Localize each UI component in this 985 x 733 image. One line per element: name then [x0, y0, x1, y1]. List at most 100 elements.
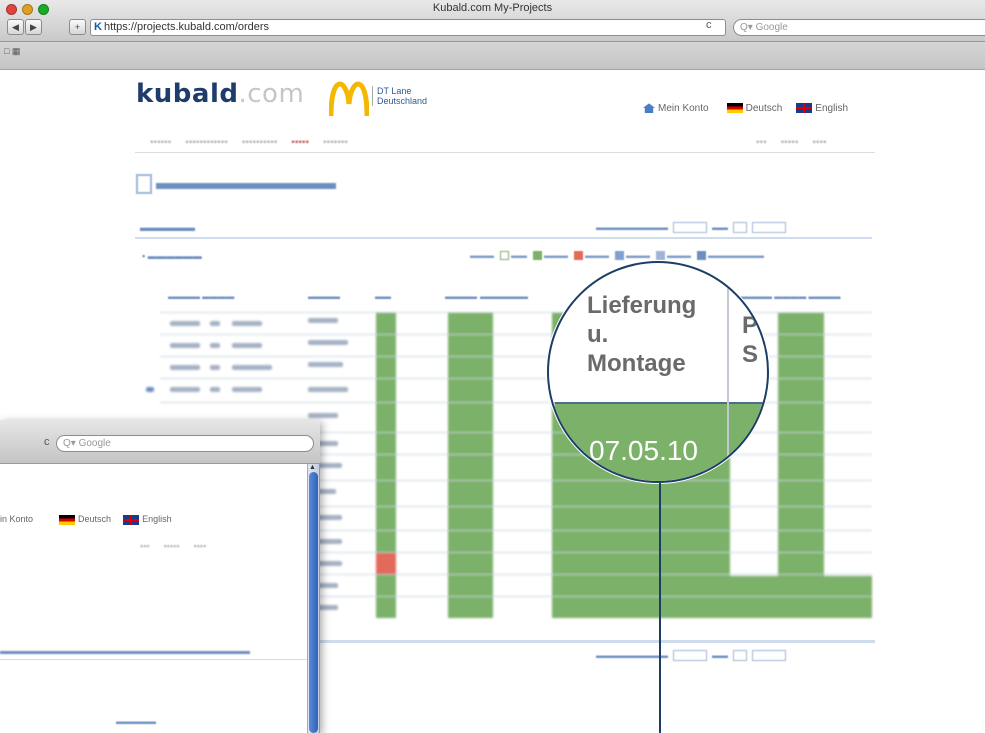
header-line-2: u.	[587, 321, 609, 348]
german-flag-icon	[59, 514, 76, 525]
second-search-field[interactable]: Q▾ Google	[56, 435, 314, 452]
secondary-navigation: ▪▪▪ ▪▪▪▪▪ ▪▪▪▪	[756, 137, 827, 148]
header-line-3: Montage	[587, 350, 686, 377]
legend-item: ▬▬▬	[656, 251, 691, 261]
logo-suffix-text: .com	[238, 79, 305, 109]
magnified-column-line	[553, 402, 555, 481]
blurred-label: ▬▬▬▬▬	[116, 717, 156, 726]
nav-item[interactable]: ▪▪▪	[140, 541, 150, 551]
my-account-link[interactable]: in Konto	[0, 514, 33, 524]
language-en-link[interactable]: English	[123, 514, 172, 525]
address-bar[interactable]: Khttps://projects.kubald.com/orders	[90, 19, 726, 36]
my-account-link[interactable]: Mein Konto	[643, 103, 709, 114]
pagination-bottom: ▬▬▬▬▬▬▬▬▬ ▬▬	[596, 650, 786, 661]
site-logo[interactable]: kubald.com	[136, 79, 304, 109]
callout-pointer-line	[659, 483, 661, 733]
nav-item[interactable]: ▪▪▪▪▪	[781, 137, 799, 148]
uk-flag-icon	[123, 514, 140, 525]
second-reload-button[interactable]: c	[44, 436, 50, 448]
language-de-link[interactable]: Deutsch	[726, 103, 783, 114]
prev-page-button[interactable]	[673, 650, 707, 661]
magnified-column-header: Lieferung u. Montage	[587, 291, 696, 378]
legend-item: ▬▬▬	[574, 251, 609, 261]
magnified-green-cell	[729, 402, 767, 481]
logo-main-text: kubald	[136, 79, 239, 109]
second-header-links: in Konto Deutsch English	[0, 514, 172, 525]
nav-item-active[interactable]: ▪▪▪▪▪	[291, 137, 309, 148]
language-en-label: English	[815, 103, 849, 114]
page-title-blurred: ▬▬▬▬▬▬▬▬▬	[156, 172, 336, 194]
bookmarks-icon[interactable]: □ ▦	[4, 46, 20, 57]
url-text: https://projects.kubald.com/orders	[103, 21, 270, 33]
main-navigation: ▪▪▪▪▪▪ ▪▪▪▪▪▪▪▪▪▪▪▪ ▪▪▪▪▪▪▪▪▪▪ ▪▪▪▪▪ ▪▪▪…	[150, 137, 348, 148]
scroll-up-arrow-icon[interactable]: ▲	[309, 464, 316, 471]
language-en-label: English	[142, 514, 172, 524]
back-button[interactable]: ◀	[7, 19, 24, 35]
uk-flag-icon	[796, 103, 813, 114]
search-placeholder: Google	[755, 22, 788, 33]
status-legend: ▬▬▬ ▬▬ ▬▬▬ ▬▬▬ ▬▬▬ ▬▬▬ ▬▬▬▬▬▬▬	[470, 251, 764, 261]
nav-item[interactable]: ▪▪▪▪▪▪▪	[323, 137, 348, 148]
second-browser-window: c Q▾ Google in Konto Deutsch English ▪▪▪…	[0, 420, 320, 733]
nav-divider	[135, 152, 875, 153]
scrollbar-thumb[interactable]	[309, 472, 318, 733]
mcdonalds-arches-logo	[329, 81, 369, 116]
header-links: Mein Konto Deutsch English	[643, 103, 848, 114]
page-number-input[interactable]	[733, 222, 747, 233]
title-bar: Kubald.com My-Projects ◀ ▶ + Khttps://pr…	[0, 0, 985, 42]
table-row[interactable]	[160, 312, 872, 334]
nav-item[interactable]: ▪▪▪▪▪	[164, 541, 180, 551]
nav-item[interactable]: ▪▪▪▪▪▪▪▪▪▪▪▪	[185, 137, 228, 148]
nav-item[interactable]: ▪▪▪	[756, 137, 767, 148]
nav-item[interactable]: ▪▪▪▪▪▪▪▪▪▪	[242, 137, 277, 148]
bookmarks-bar: □ ▦	[0, 42, 985, 70]
language-de-label: Deutsch	[745, 103, 783, 114]
legend-item: ▬▬▬	[533, 251, 568, 261]
reload-button[interactable]: c	[706, 19, 712, 31]
search-placeholder: Google	[78, 438, 111, 449]
blurred-heading: ▬▬▬▬▬▬▬▬▬▬▬▬▬▬▬▬▬▬▬▬▬▬▬▬▬	[0, 646, 250, 657]
section-heading-blurred: ▬▬▬▬▬	[140, 222, 195, 234]
legend-item: ▬▬▬	[615, 251, 650, 261]
search-field[interactable]: Q▾ Google	[733, 19, 985, 36]
language-de-label: Deutsch	[78, 514, 112, 524]
pagination-info-blurred: ▬▬▬▬▬▬▬▬▬	[596, 223, 668, 232]
partner-line-1: DT Lane	[377, 86, 412, 96]
language-de-link[interactable]: Deutsch	[59, 514, 111, 525]
partial-header-line-2: S	[742, 341, 759, 368]
search-prefix-icon: Q▾	[740, 22, 753, 33]
second-window-toolbar: c Q▾ Google	[0, 420, 320, 464]
prev-page-button[interactable]	[673, 222, 707, 233]
next-page-button[interactable]	[752, 650, 786, 661]
forward-button[interactable]: ▶	[25, 19, 42, 35]
vertical-scrollbar[interactable]: ▲	[307, 464, 319, 733]
partner-label: DT Lane Deutschland	[372, 86, 427, 106]
search-prefix-icon: Q▾	[63, 438, 76, 449]
magnified-row-line	[549, 402, 767, 404]
heading-divider	[0, 659, 318, 660]
nav-item[interactable]: ▪▪▪▪	[812, 137, 826, 148]
next-page-button[interactable]	[752, 222, 786, 233]
legend-item: ▬▬	[500, 251, 527, 261]
legend-title-blurred: ▬▬▬	[470, 251, 494, 261]
add-bookmark-button[interactable]: +	[69, 19, 86, 35]
german-flag-icon	[726, 103, 743, 114]
project-admin-icon	[136, 174, 152, 194]
nav-item[interactable]: ▪▪▪▪▪▪	[150, 137, 171, 148]
legend-item: ▬▬▬▬▬▬▬	[697, 251, 764, 261]
magnifier-callout: Lieferung u. Montage P S 07.05.10	[547, 261, 769, 483]
language-en-link[interactable]: English	[796, 103, 848, 114]
partner-line-2: Deutschland	[377, 96, 428, 106]
second-navigation: ▪▪▪ ▪▪▪▪▪ ▪▪▪▪	[140, 541, 206, 551]
nav-item[interactable]: ▪▪▪▪	[194, 541, 207, 551]
site-favicon-icon: K	[94, 21, 102, 33]
partial-header-line-1: P	[742, 312, 759, 339]
section-divider	[135, 237, 872, 239]
filter-link-blurred[interactable]: ▪ ▬▬▬▬▬▬	[142, 251, 202, 261]
page-number-input[interactable]	[733, 650, 747, 661]
pagination-top: ▬▬▬▬▬▬▬▬▬ ▬▬	[596, 222, 786, 233]
my-account-label: Mein Konto	[658, 103, 709, 114]
magnified-partial-header: P S	[742, 311, 758, 369]
magnified-date-value: 07.05.10	[589, 435, 698, 466]
home-icon	[643, 103, 655, 114]
